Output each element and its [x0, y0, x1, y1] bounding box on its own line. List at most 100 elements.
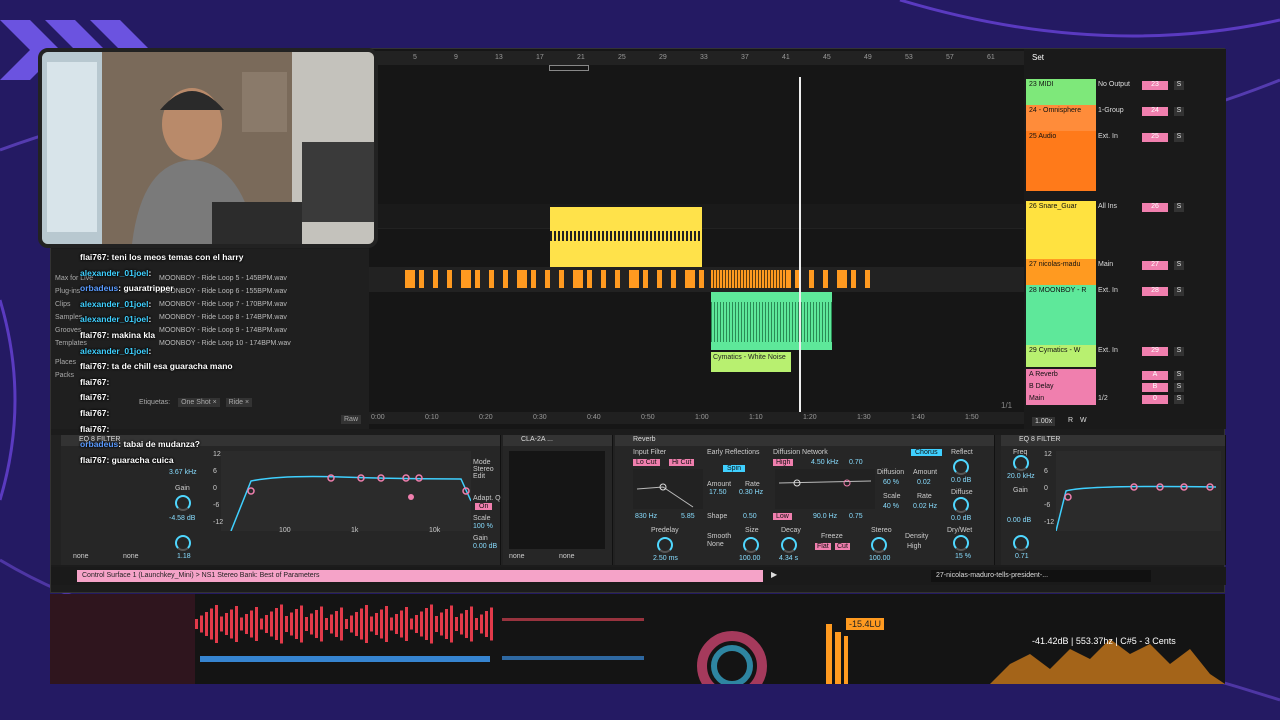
- set-button[interactable]: Set: [1032, 53, 1044, 62]
- eq8-left-on-button[interactable]: On: [475, 503, 493, 510]
- track-header[interactable]: A Reverb: [1026, 369, 1096, 381]
- clip-nicolas-segment[interactable]: [615, 270, 620, 288]
- reverb-diffuse-knob[interactable]: [953, 497, 969, 513]
- clip-nicolas-segment[interactable]: [433, 270, 438, 288]
- reverb-reflect[interactable]: 0.0 dB: [951, 477, 971, 484]
- reverb-predelay-knob[interactable]: [657, 537, 673, 553]
- track-volume[interactable]: 25: [1142, 133, 1168, 142]
- reverb-size-knob[interactable]: [743, 537, 759, 553]
- eq8-left-none-b[interactable]: none: [123, 553, 139, 560]
- clip-nicolas-segment[interactable]: [545, 270, 550, 288]
- reverb-rate[interactable]: 0.30 Hz: [739, 489, 763, 496]
- reverb-diffusion[interactable]: 60 %: [883, 479, 899, 486]
- track-header[interactable]: Main: [1026, 393, 1096, 405]
- reverb-cut-button[interactable]: Cut: [835, 543, 850, 550]
- track-volume[interactable]: A: [1142, 371, 1168, 380]
- mixer-track[interactable]: B Delay B S: [1024, 381, 1226, 393]
- reverb-flat-button[interactable]: Flat: [815, 543, 831, 550]
- reverb-diffusion-graph[interactable]: [775, 469, 875, 509]
- zoom-level[interactable]: 1.00x: [1032, 417, 1056, 426]
- reverb-diffuse[interactable]: 0.0 dB: [951, 515, 971, 522]
- clip-nicolas-segment[interactable]: [489, 270, 494, 288]
- mixer-track[interactable]: Main 1/2 0 S: [1024, 393, 1226, 405]
- eq8-left-gain-knob[interactable]: [175, 495, 191, 511]
- browser-file-row[interactable]: Clips MOONBOY - Ride Loop 7 - 170BPM.wav: [55, 301, 287, 313]
- reverb-decay[interactable]: 4.34 s: [779, 555, 798, 562]
- track-header[interactable]: B Delay: [1026, 381, 1096, 393]
- arrangement-view[interactable]: 5 9 13 17 21 25 29 33 37 41 45 49 53 57 61 Cymatics - …: [369, 49, 1024, 429]
- reverb-filter-width[interactable]: 5.85: [681, 513, 695, 520]
- track-io[interactable]: Ext. In: [1098, 287, 1146, 294]
- clip-nicolas-segment[interactable]: [643, 270, 648, 288]
- solo-button[interactable]: S: [1174, 395, 1184, 404]
- clip-nicolas-segment[interactable]: [657, 270, 662, 288]
- eq8-left-freq[interactable]: 3.67 kHz: [169, 469, 197, 476]
- eq8-left-gain[interactable]: -4.58 dB: [169, 515, 195, 522]
- solo-button[interactable]: S: [1174, 203, 1184, 212]
- r-button[interactable]: R: [1068, 417, 1073, 424]
- reverb-high-button[interactable]: High: [773, 459, 794, 466]
- eq8-right-freq-knob[interactable]: [1013, 455, 1029, 471]
- mixer-panel[interactable]: Set 23 MIDI No Output 23 S 24 - Omnisphere 1-…: [1024, 49, 1226, 429]
- track-volume[interactable]: 0: [1142, 395, 1168, 404]
- track-volume[interactable]: 28: [1142, 287, 1168, 296]
- track-io[interactable]: 1-Group: [1098, 107, 1146, 114]
- track-header[interactable]: 29 Cymatics - W: [1026, 345, 1096, 367]
- reverb-lo-cut[interactable]: Lo Cut: [633, 459, 660, 466]
- mixer-track[interactable]: 26 Snare_Guar All Ins 26 S: [1024, 201, 1226, 259]
- reverb-drywet-knob[interactable]: [953, 535, 969, 551]
- solo-button[interactable]: S: [1174, 107, 1184, 116]
- solo-button[interactable]: S: [1174, 383, 1184, 392]
- clip-nicolas-segment[interactable]: [629, 270, 639, 288]
- cla-none-a[interactable]: none: [509, 553, 525, 560]
- browser-side-item[interactable]: Places: [55, 359, 76, 371]
- track-volume[interactable]: B: [1142, 383, 1168, 392]
- track-io[interactable]: All Ins: [1098, 203, 1146, 210]
- cla-2a-device[interactable]: CLA-2A ... none none: [503, 435, 613, 565]
- reverb-filter-graph[interactable]: [633, 469, 703, 509]
- reverb-stereo[interactable]: 100.00: [869, 555, 890, 562]
- reverb-size[interactable]: 100.00: [739, 555, 760, 562]
- track-header[interactable]: 23 MIDI: [1026, 79, 1096, 105]
- track-io[interactable]: Ext. In: [1098, 347, 1146, 354]
- lane-nicolas[interactable]: [369, 267, 1024, 292]
- reverb-spin-button[interactable]: Spin: [723, 465, 746, 472]
- clip-nicolas-segment[interactable]: [503, 270, 508, 288]
- mixer-track[interactable]: A Reverb A S: [1024, 369, 1226, 381]
- solo-button[interactable]: S: [1174, 347, 1184, 356]
- w-button[interactable]: W: [1080, 417, 1087, 424]
- clip-nicolas-segment[interactable]: [601, 270, 606, 288]
- clip-nicolas-segment[interactable]: [685, 270, 695, 288]
- clip-nicolas-segment[interactable]: [517, 270, 527, 288]
- reverb-decay-knob[interactable]: [781, 537, 797, 553]
- clip-nicolas-segment[interactable]: [475, 270, 480, 288]
- mixer-track[interactable]: 29 Cymatics - W Ext. In 29 S: [1024, 345, 1226, 367]
- track-io[interactable]: 1/2: [1098, 395, 1146, 402]
- clip-nicolas-segment[interactable]: [865, 270, 870, 288]
- track-header[interactable]: 25 Audio: [1026, 131, 1096, 191]
- clip-nicolas-segment[interactable]: [809, 270, 814, 288]
- clip-nicolas-segment[interactable]: [823, 270, 828, 288]
- clip-nicolas-segment[interactable]: [419, 270, 424, 288]
- track-io[interactable]: Main: [1098, 261, 1146, 268]
- mixer-track[interactable]: 28 MOONBOY - R Ext. In 28 S: [1024, 285, 1226, 345]
- eq8-left-q[interactable]: 1.18: [177, 553, 191, 560]
- eq8-right-q[interactable]: 0.71: [1015, 553, 1029, 560]
- mixer-track[interactable]: 23 MIDI No Output 23 S: [1024, 79, 1226, 105]
- eq8-left-gain2[interactable]: 0.00 dB: [473, 543, 497, 550]
- reverb-chorus-rate[interactable]: 0.02 Hz: [913, 503, 937, 510]
- browser-side-item[interactable]: Plug-ins: [55, 288, 80, 295]
- reverb-chorus-amount[interactable]: 0.02: [917, 479, 931, 486]
- clip-nicolas-segment[interactable]: [699, 270, 704, 288]
- browser-file-row[interactable]: Plug-ins MOONBOY - Ride Loop 6 - 155BPM.w…: [55, 288, 287, 300]
- track-header[interactable]: 26 Snare_Guar: [1026, 201, 1096, 259]
- clip-nicolas-segment[interactable]: [447, 270, 452, 288]
- reverb-filter-freq[interactable]: 830 Hz: [635, 513, 657, 520]
- eq8-left-none-a[interactable]: none: [73, 553, 89, 560]
- track-volume[interactable]: 26: [1142, 203, 1168, 212]
- eq8-left-scale[interactable]: 100 %: [473, 523, 493, 530]
- solo-button[interactable]: S: [1174, 287, 1184, 296]
- track-io[interactable]: Ext. In: [1098, 133, 1146, 140]
- solo-button[interactable]: S: [1174, 261, 1184, 270]
- reverb-drywet[interactable]: 15 %: [955, 553, 971, 560]
